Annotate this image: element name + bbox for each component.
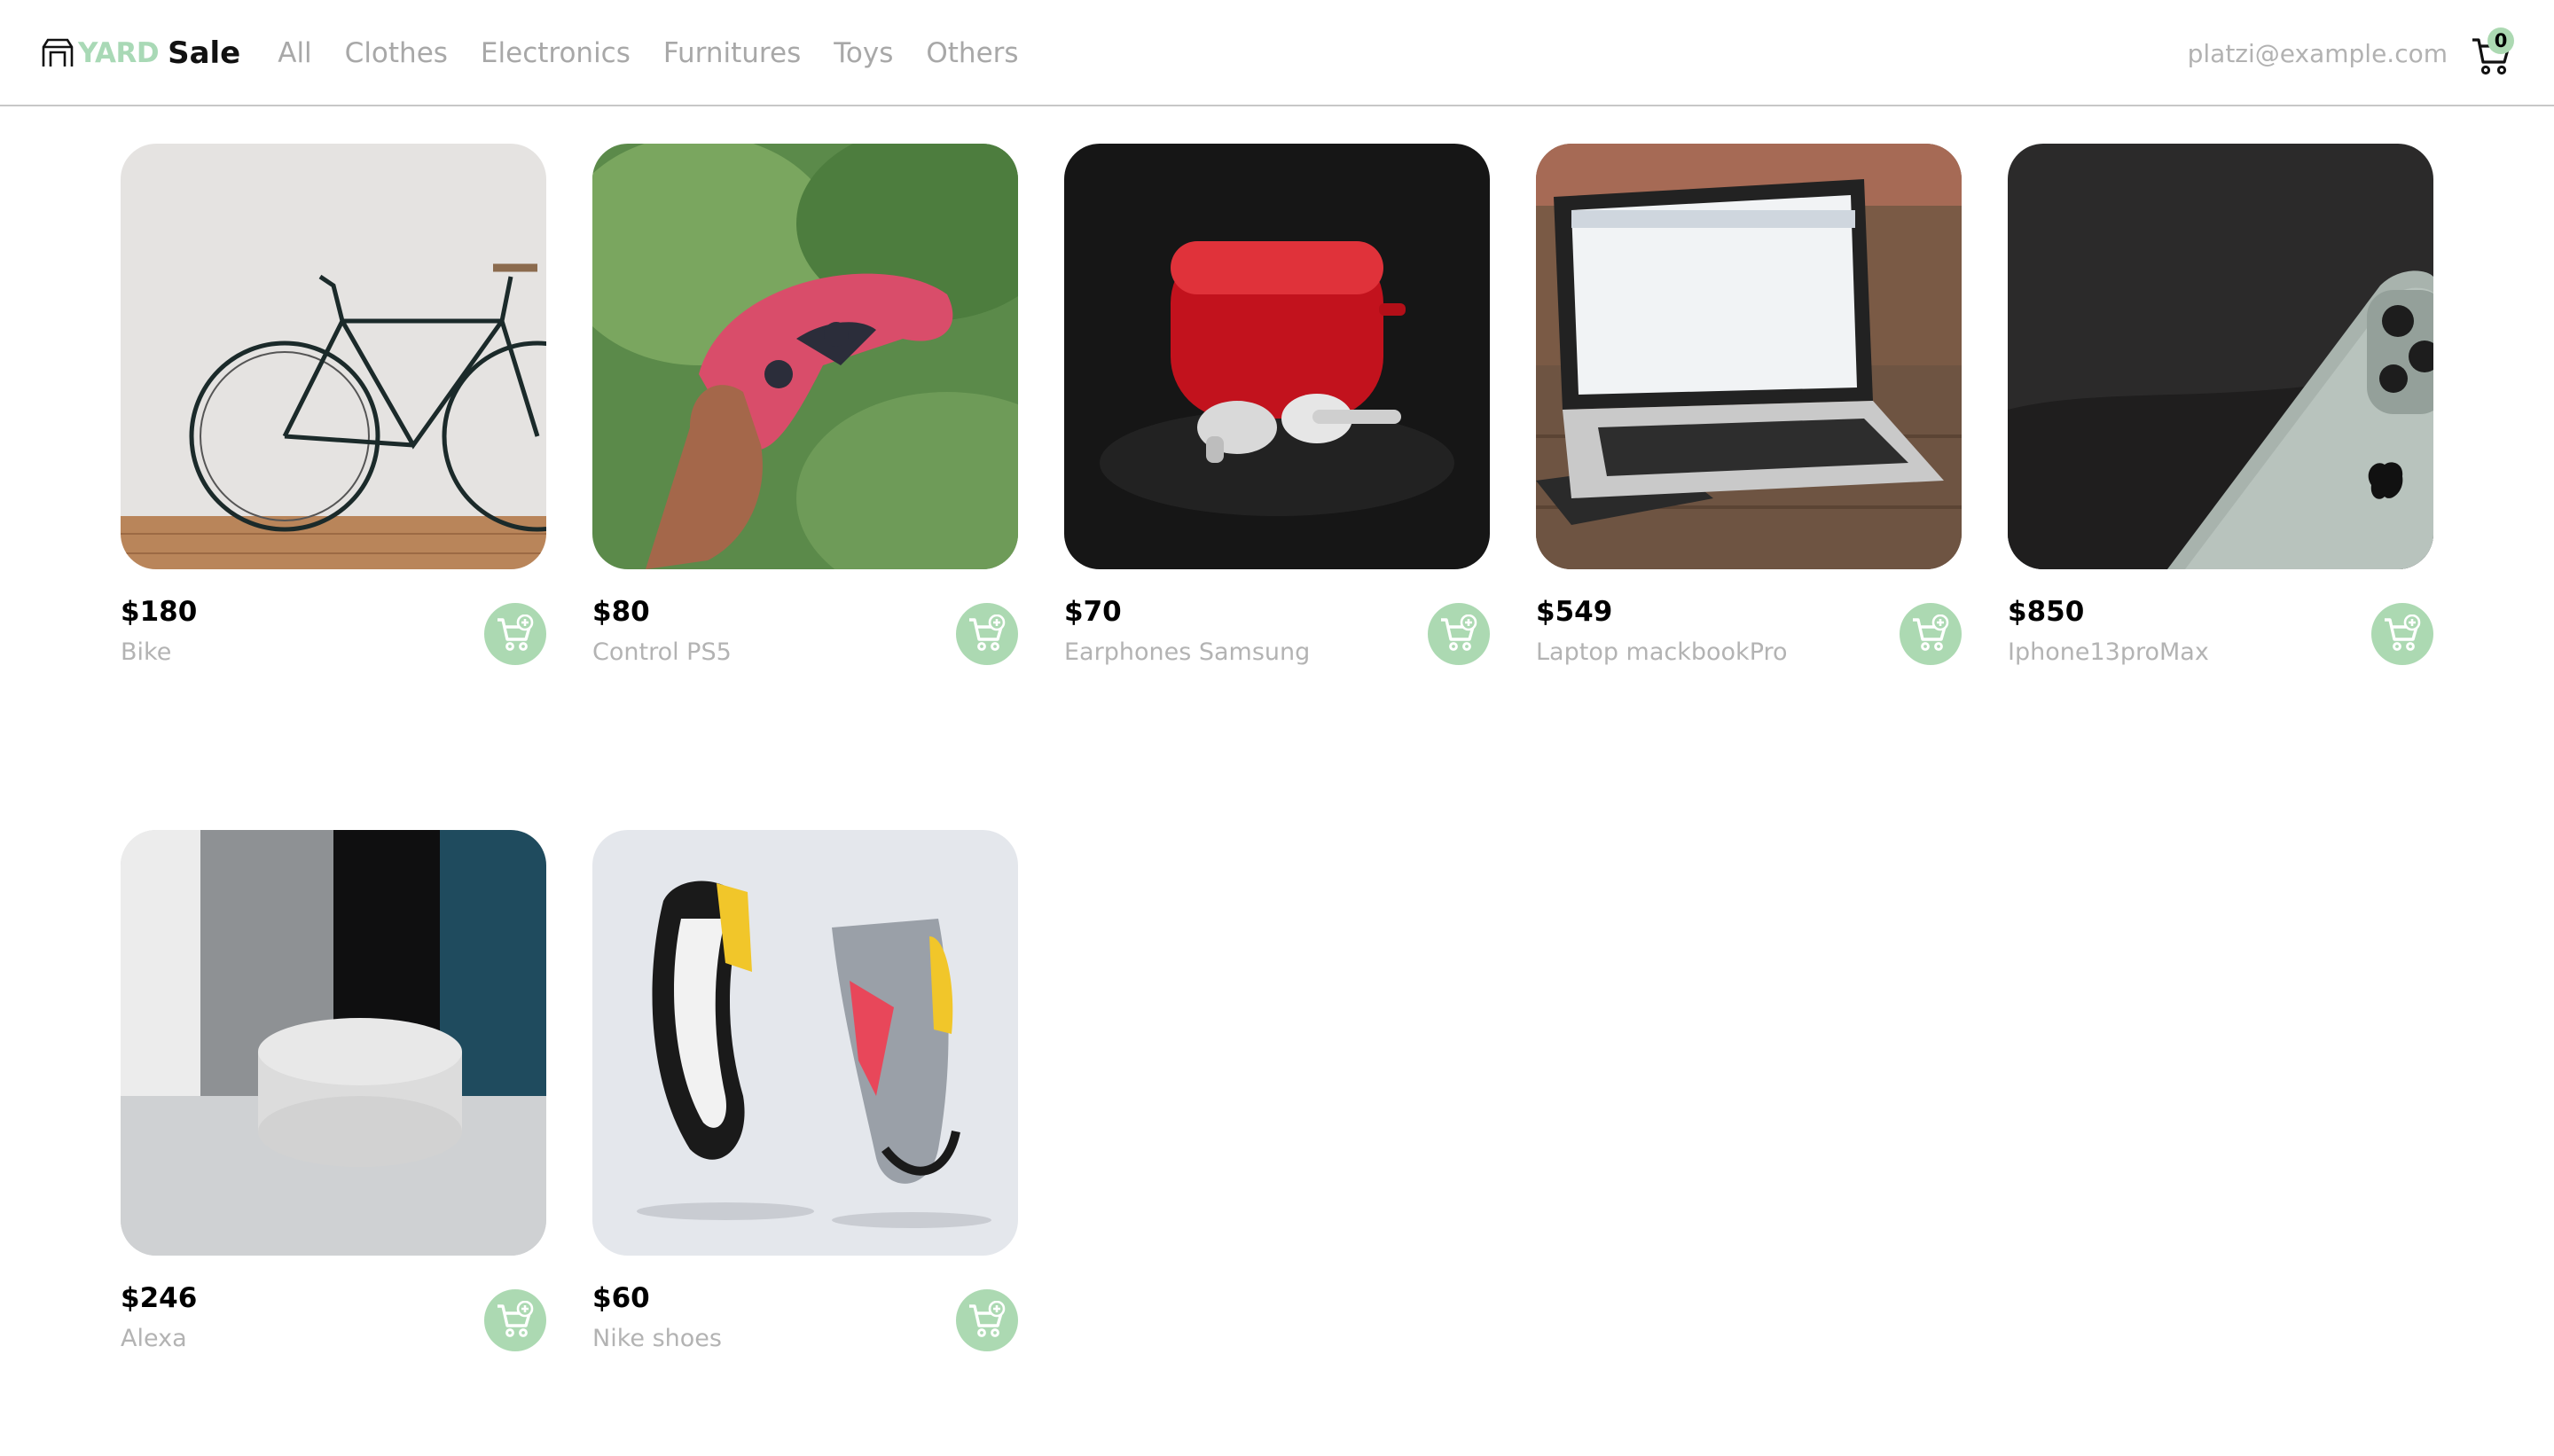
nav-item-all[interactable]: All <box>278 37 311 69</box>
product-name: Laptop mackbookPro <box>1536 638 1788 666</box>
product-card: $70 Earphones Samsung <box>1064 144 1490 683</box>
nav-item-toys[interactable]: Toys <box>834 37 893 69</box>
product-name: Control PS5 <box>592 638 732 666</box>
nav-right: platzi@example.com 0 <box>2188 0 2515 106</box>
add-to-cart-button[interactable] <box>484 603 546 665</box>
add-to-cart-button[interactable] <box>956 1289 1018 1351</box>
add-to-cart-button[interactable] <box>2371 603 2433 665</box>
product-info: $80 Control PS5 <box>592 594 1018 683</box>
product-image-sneakers[interactable] <box>592 830 1018 1256</box>
storefront-icon <box>42 38 74 67</box>
product-image-smart-speaker[interactable] <box>121 830 546 1256</box>
add-to-cart-button[interactable] <box>484 1289 546 1351</box>
product-price: $70 <box>1064 596 1122 628</box>
product-image-gamepad[interactable] <box>592 144 1018 569</box>
add-to-cart-icon <box>497 614 534 651</box>
nav-item-others[interactable]: Others <box>926 37 1018 69</box>
product-name: Nike shoes <box>592 1325 722 1352</box>
product-info: $246 Alexa <box>121 1280 546 1369</box>
product-card: $80 Control PS5 <box>592 144 1018 683</box>
product-name: Earphones Samsung <box>1064 638 1311 666</box>
product-name: Alexa <box>121 1325 187 1352</box>
product-price: $850 <box>2008 596 2085 628</box>
nav-item-electronics[interactable]: Electronics <box>481 37 631 69</box>
product-image-bike[interactable] <box>121 144 546 569</box>
product-card: $60 Nike shoes <box>592 830 1018 1369</box>
navbar: YARD Sale All Clothes Electronics Furnit… <box>0 0 2554 106</box>
product-price: $60 <box>592 1282 650 1314</box>
product-image-laptop[interactable] <box>1536 144 1962 569</box>
product-price: $80 <box>592 596 650 628</box>
product-image-earbuds[interactable] <box>1064 144 1490 569</box>
product-name: Iphone13proMax <box>2008 638 2209 666</box>
account-email[interactable]: platzi@example.com <box>2188 39 2448 68</box>
add-to-cart-icon <box>969 614 1006 651</box>
product-grid: $180 Bike $80 Control PS5 $70 Earphones … <box>121 144 2433 1369</box>
nav-item-furnitures[interactable]: Furnitures <box>663 37 801 69</box>
product-card: $180 Bike <box>121 144 546 683</box>
product-image-phone[interactable] <box>2008 144 2433 569</box>
brand-accent: YARD <box>78 37 160 69</box>
product-price: $549 <box>1536 596 1613 628</box>
product-info: $60 Nike shoes <box>592 1280 1018 1369</box>
add-to-cart-icon <box>2385 614 2421 651</box>
brand-logo[interactable]: YARD Sale <box>41 35 240 71</box>
product-card: $850 Iphone13proMax <box>2008 144 2433 683</box>
shopping-cart-button[interactable]: 0 <box>2471 27 2515 78</box>
add-to-cart-button[interactable] <box>1900 603 1962 665</box>
product-price: $180 <box>121 596 198 628</box>
cart-count-badge: 0 <box>2487 27 2514 54</box>
add-to-cart-icon <box>1913 614 1949 651</box>
add-to-cart-button[interactable] <box>956 603 1018 665</box>
add-to-cart-icon <box>497 1301 534 1337</box>
product-info: $850 Iphone13proMax <box>2008 594 2433 683</box>
product-info: $70 Earphones Samsung <box>1064 594 1490 683</box>
category-menu: All Clothes Electronics Furnitures Toys … <box>278 37 1051 69</box>
nav-item-clothes[interactable]: Clothes <box>345 37 448 69</box>
product-card: $549 Laptop mackbookPro <box>1536 144 1962 683</box>
product-name: Bike <box>121 638 172 666</box>
product-card: $246 Alexa <box>121 830 546 1369</box>
add-to-cart-button[interactable] <box>1428 603 1490 665</box>
nav-left: YARD Sale All Clothes Electronics Furnit… <box>41 0 1052 106</box>
add-to-cart-icon <box>1441 614 1477 651</box>
add-to-cart-icon <box>969 1301 1006 1337</box>
product-price: $246 <box>121 1282 198 1314</box>
product-info: $549 Laptop mackbookPro <box>1536 594 1962 683</box>
product-info: $180 Bike <box>121 594 546 683</box>
brand-main: Sale <box>168 35 241 71</box>
